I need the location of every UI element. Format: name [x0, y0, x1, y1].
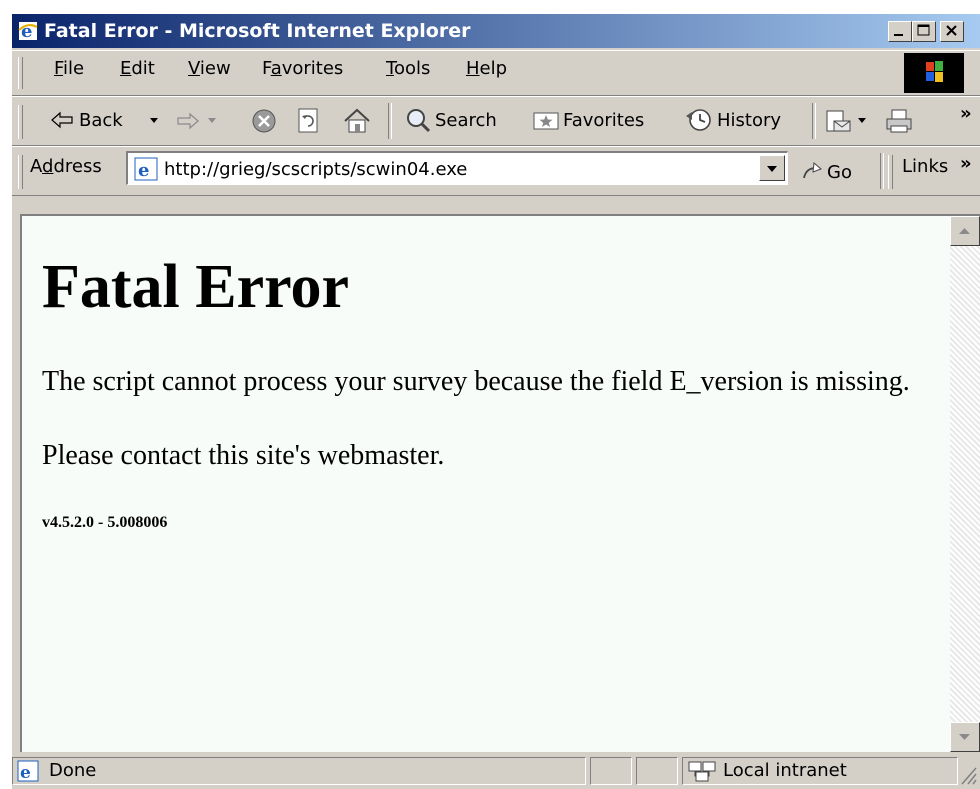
stop-icon[interactable]	[250, 107, 278, 135]
status-panel-2	[590, 757, 632, 785]
status-page-icon: e	[17, 760, 39, 782]
error-message: The script cannot process your survey be…	[42, 366, 910, 397]
favorites-button[interactable]: Favorites	[532, 101, 644, 139]
ie-logo-icon: e	[18, 21, 38, 41]
search-button[interactable]: Search	[404, 101, 497, 139]
back-button[interactable]: Back	[50, 101, 123, 139]
forward-dropdown-icon[interactable]	[208, 117, 218, 125]
svg-text:e: e	[20, 763, 31, 782]
history-button[interactable]: History	[684, 101, 781, 139]
scroll-up-button[interactable]	[950, 216, 980, 246]
page-icon: e	[134, 157, 158, 181]
address-bar: Address e http://grieg/scscripts/scwin04…	[12, 146, 980, 196]
menu-favorites[interactable]: Favorites	[262, 58, 343, 79]
menu-tools[interactable]: Tools	[386, 58, 430, 79]
search-label: Search	[435, 109, 497, 131]
minimize-button[interactable]	[888, 21, 912, 42]
page-content: Fatal Error The script cannot process yo…	[20, 214, 980, 752]
chevron-down-icon	[959, 734, 970, 740]
address-url[interactable]: http://grieg/scscripts/scwin04.exe	[164, 159, 467, 180]
back-label: Back	[79, 109, 123, 131]
back-arrow-icon	[51, 111, 73, 129]
address-dropdown-button[interactable]	[759, 155, 785, 181]
forward-arrow-icon[interactable]	[174, 111, 200, 131]
intranet-icon	[688, 761, 716, 782]
menu-view[interactable]: View	[188, 58, 231, 79]
maximize-icon	[917, 24, 930, 36]
svg-text:e: e	[21, 21, 32, 41]
standard-toolbar: Back Search Favorites History »	[12, 96, 980, 146]
toolbar-separator-2	[812, 103, 816, 139]
address-label: Address	[30, 156, 102, 177]
go-button[interactable]: Go	[800, 153, 852, 191]
zone-text: Local intranet	[723, 760, 847, 781]
favorites-label: Favorites	[563, 109, 645, 131]
links-chevron-icon[interactable]: »	[960, 153, 972, 174]
address-input[interactable]: e http://grieg/scscripts/scwin04.exe	[126, 151, 788, 185]
menu-help[interactable]: Help	[466, 58, 507, 79]
chevron-down-icon	[767, 166, 777, 172]
search-icon	[407, 109, 431, 133]
print-icon[interactable]	[884, 107, 914, 135]
history-label: History	[717, 109, 782, 131]
status-panel-3	[636, 757, 678, 785]
favorites-icon	[533, 112, 559, 130]
links-grip[interactable]	[888, 155, 893, 189]
history-icon	[686, 109, 711, 131]
toolbar-chevron-icon[interactable]: »	[960, 103, 972, 124]
menu-edit[interactable]: Edit	[120, 58, 155, 79]
address-grip[interactable]	[18, 155, 23, 189]
menu-bar-grip[interactable]	[18, 57, 23, 89]
page-heading: Fatal Error	[42, 253, 350, 321]
menu-bar: File Edit View Favorites Tools Help	[12, 50, 980, 96]
window-title: Fatal Error - Microsoft Internet Explore…	[44, 20, 471, 42]
mail-icon[interactable]	[824, 107, 854, 135]
contact-message: Please contact this site's webmaster.	[42, 440, 445, 471]
svg-text:e: e	[138, 160, 149, 181]
close-button[interactable]	[940, 21, 964, 42]
back-dropdown-icon[interactable]	[150, 117, 160, 125]
address-separator	[880, 153, 884, 189]
toolbar-grip[interactable]	[18, 105, 23, 139]
page-body: Fatal Error The script cannot process yo…	[42, 216, 942, 532]
links-label[interactable]: Links	[902, 156, 948, 177]
status-bar: e Done Local intranet	[12, 752, 980, 789]
version-text: v4.5.2.0 - 5.008006	[42, 514, 168, 531]
chevron-up-icon	[959, 228, 970, 234]
scroll-down-button[interactable]	[950, 722, 980, 752]
title-bar[interactable]: e Fatal Error - Microsoft Internet Explo…	[12, 14, 980, 48]
minimize-icon	[894, 34, 903, 36]
status-panel-main: e Done	[12, 757, 586, 785]
go-arrow-icon	[803, 162, 822, 179]
status-text: Done	[49, 760, 97, 781]
go-label: Go	[827, 161, 852, 183]
refresh-icon[interactable]	[296, 107, 320, 135]
menu-file[interactable]: File	[54, 58, 84, 79]
windows-logo	[904, 53, 964, 93]
windows-flag-icon	[926, 61, 943, 82]
close-icon	[946, 25, 957, 36]
status-zone-panel: Local intranet	[682, 757, 958, 785]
vertical-scrollbar[interactable]	[950, 216, 980, 752]
toolbar-separator	[388, 103, 392, 139]
browser-window: e Fatal Error - Microsoft Internet Explo…	[10, 12, 980, 789]
maximize-button[interactable]	[912, 21, 936, 42]
resize-grip-icon[interactable]	[956, 762, 978, 786]
home-icon[interactable]	[342, 107, 372, 135]
mail-dropdown-icon[interactable]	[858, 117, 868, 125]
